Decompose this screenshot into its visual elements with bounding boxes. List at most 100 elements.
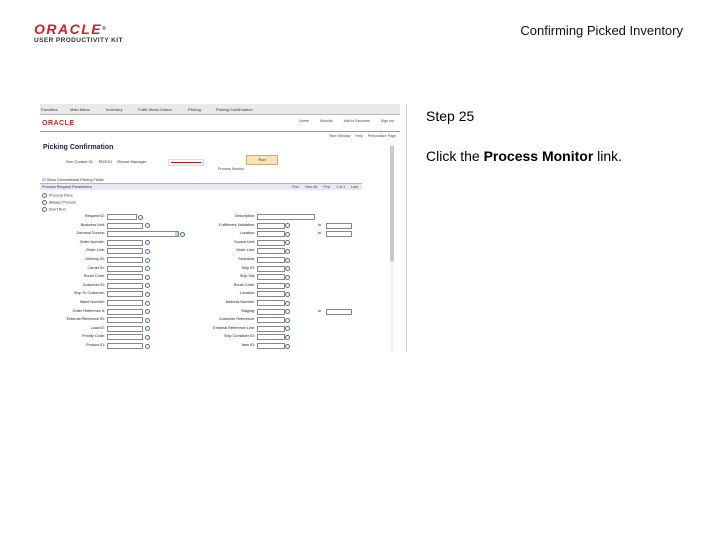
right-field-input[interactable] bbox=[257, 325, 285, 332]
first-link[interactable]: First bbox=[323, 185, 330, 189]
right-field-input[interactable] bbox=[257, 265, 285, 272]
run-button[interactable]: Run bbox=[246, 155, 278, 165]
sign-out-link[interactable]: Sign out bbox=[381, 119, 394, 123]
nav-item[interactable]: Inventory bbox=[106, 107, 122, 112]
right-field-input[interactable] bbox=[257, 214, 315, 220]
vertical-scrollbar[interactable] bbox=[390, 142, 394, 352]
lookup-icon[interactable] bbox=[285, 334, 290, 340]
lookup-icon[interactable] bbox=[145, 300, 150, 306]
left-field-input[interactable] bbox=[107, 291, 143, 298]
right-field-label: Customer Reference: bbox=[218, 317, 255, 322]
left-field-input[interactable] bbox=[107, 282, 143, 289]
right-field-input[interactable] bbox=[257, 300, 285, 306]
app-header: ORACLE Home Worklist Add to Favorites Si… bbox=[40, 115, 400, 132]
radio-dont-run[interactable]: Don't Run bbox=[42, 207, 66, 212]
right-field-input[interactable] bbox=[257, 343, 285, 349]
left-field-input[interactable] bbox=[107, 239, 143, 246]
process-monitor-link[interactable]: Process Monitor bbox=[218, 167, 244, 171]
lookup-icon[interactable] bbox=[285, 274, 290, 280]
lookup-icon[interactable] bbox=[285, 300, 290, 306]
left-field-input[interactable] bbox=[107, 300, 143, 306]
lookup-icon[interactable] bbox=[145, 326, 150, 332]
radio-always-process[interactable]: Always Process bbox=[42, 200, 76, 205]
find-link[interactable]: Find bbox=[292, 185, 299, 189]
report-manager-link[interactable]: Report Manager bbox=[117, 159, 146, 164]
show-fields-checkbox[interactable]: ☑ Show Conventional Picking Fields bbox=[42, 177, 104, 182]
right-field-input[interactable] bbox=[257, 282, 285, 289]
right-field-label: Ship Via: bbox=[239, 274, 255, 279]
lookup-icon[interactable] bbox=[145, 257, 150, 263]
lookup-icon[interactable] bbox=[145, 266, 150, 272]
range-to-input[interactable] bbox=[326, 231, 352, 238]
right-field-input[interactable] bbox=[257, 231, 285, 238]
lookup-icon[interactable] bbox=[145, 248, 150, 254]
logo-subtitle: USER PRODUCTIVITY KIT bbox=[34, 37, 123, 44]
personalize-page-link[interactable]: Personalize Page bbox=[368, 134, 396, 138]
right-field-input[interactable] bbox=[257, 222, 285, 229]
left-field-input[interactable] bbox=[107, 214, 137, 220]
nav-item[interactable]: Fulfill Stock Orders bbox=[138, 107, 172, 112]
add-to-favorites-link[interactable]: Add to Favorites bbox=[344, 119, 370, 123]
lookup-icon[interactable] bbox=[285, 223, 290, 229]
lookup-icon[interactable] bbox=[145, 274, 150, 280]
range-to-label: to bbox=[318, 231, 322, 236]
lookup-icon[interactable] bbox=[285, 240, 290, 246]
nav-item[interactable]: Picking Confirmation bbox=[216, 107, 253, 112]
lookup-icon[interactable] bbox=[285, 317, 290, 323]
last-link[interactable]: Last bbox=[351, 185, 358, 189]
right-field-input[interactable] bbox=[257, 248, 285, 255]
left-field-input[interactable] bbox=[107, 248, 143, 255]
view-all-link[interactable]: View All bbox=[305, 185, 318, 189]
lookup-icon[interactable] bbox=[145, 283, 150, 289]
lookup-icon[interactable] bbox=[285, 248, 290, 254]
right-field-input[interactable] bbox=[257, 274, 285, 281]
right-field-label: Schedule: bbox=[238, 257, 255, 261]
left-field-input[interactable] bbox=[107, 317, 143, 324]
lookup-icon[interactable] bbox=[285, 266, 290, 272]
screenshot-thumbnail: Favorites Main Menu Inventory Fulfill St… bbox=[40, 104, 407, 352]
lookup-icon[interactable] bbox=[145, 343, 150, 349]
left-field-input[interactable] bbox=[107, 343, 143, 349]
range-to-input[interactable] bbox=[326, 222, 352, 229]
left-field-input[interactable] bbox=[107, 325, 143, 332]
lookup-icon[interactable] bbox=[145, 309, 150, 315]
lookup-icon[interactable] bbox=[138, 214, 143, 220]
lookup-icon[interactable] bbox=[285, 343, 290, 349]
lookup-icon[interactable] bbox=[145, 317, 150, 323]
left-field-input[interactable] bbox=[107, 257, 143, 263]
lookup-icon[interactable] bbox=[145, 223, 150, 229]
right-field-input[interactable] bbox=[257, 308, 285, 315]
oracle-header-logo: ORACLE bbox=[42, 120, 75, 127]
right-field-input[interactable] bbox=[257, 291, 285, 298]
right-field-input[interactable] bbox=[257, 257, 285, 263]
lookup-icon[interactable] bbox=[285, 291, 290, 297]
lookup-icon[interactable] bbox=[285, 309, 290, 315]
lookup-icon[interactable] bbox=[145, 240, 150, 246]
nav-item[interactable]: Main Menu bbox=[70, 107, 90, 112]
lookup-icon[interactable] bbox=[285, 257, 290, 263]
right-field-input[interactable] bbox=[257, 317, 285, 324]
new-window-link[interactable]: New Window bbox=[329, 134, 350, 138]
lookup-icon[interactable] bbox=[145, 291, 150, 297]
right-field-label: Staging: bbox=[241, 308, 255, 313]
lookup-icon[interactable] bbox=[285, 283, 290, 289]
help-link[interactable]: Help bbox=[355, 134, 362, 138]
left-field-input[interactable] bbox=[107, 222, 143, 229]
radio-process-once[interactable]: Process Once bbox=[42, 193, 73, 198]
lookup-icon[interactable] bbox=[145, 334, 150, 340]
worklist-link[interactable]: Worklist bbox=[320, 119, 333, 123]
right-field-input[interactable] bbox=[257, 239, 285, 246]
lookup-icon[interactable] bbox=[285, 231, 290, 237]
home-link[interactable]: Home bbox=[299, 119, 309, 123]
range-to-input[interactable] bbox=[326, 308, 352, 315]
left-field-input[interactable] bbox=[107, 274, 143, 281]
lookup-icon[interactable] bbox=[180, 231, 185, 237]
left-field-input[interactable] bbox=[107, 334, 143, 341]
lookup-icon[interactable] bbox=[285, 326, 290, 332]
left-field-input[interactable] bbox=[107, 231, 179, 238]
nav-item[interactable]: Picking bbox=[188, 107, 201, 112]
left-field-input[interactable] bbox=[107, 308, 143, 315]
nav-item[interactable]: Favorites bbox=[41, 107, 57, 112]
right-field-input[interactable] bbox=[257, 334, 285, 341]
left-field-input[interactable] bbox=[107, 265, 143, 272]
